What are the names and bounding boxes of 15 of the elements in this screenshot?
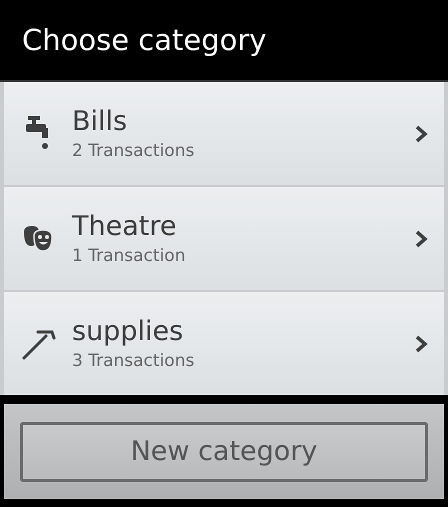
category-name: Theatre [72, 211, 178, 242]
category-item[interactable]: Theatre 1 Transaction [4, 187, 444, 290]
transaction-count: 2 Transactions [72, 141, 196, 161]
transaction-count: 1 Transaction [72, 246, 186, 266]
category-name: supplies [72, 316, 184, 347]
transaction-count: 3 Transactions [72, 351, 196, 371]
category-item[interactable]: Bills 2 Transactions [4, 82, 444, 185]
masks-icon [22, 224, 54, 254]
category-item[interactable]: supplies 3 Transactions [4, 292, 444, 395]
chevron-icon [414, 334, 428, 354]
chevron-icon [414, 228, 428, 248]
dialog-title: Choose category [22, 23, 266, 57]
new-category-button[interactable]: New category [20, 422, 428, 482]
chevron-icon [414, 124, 428, 144]
category-name: Bills [72, 106, 128, 137]
